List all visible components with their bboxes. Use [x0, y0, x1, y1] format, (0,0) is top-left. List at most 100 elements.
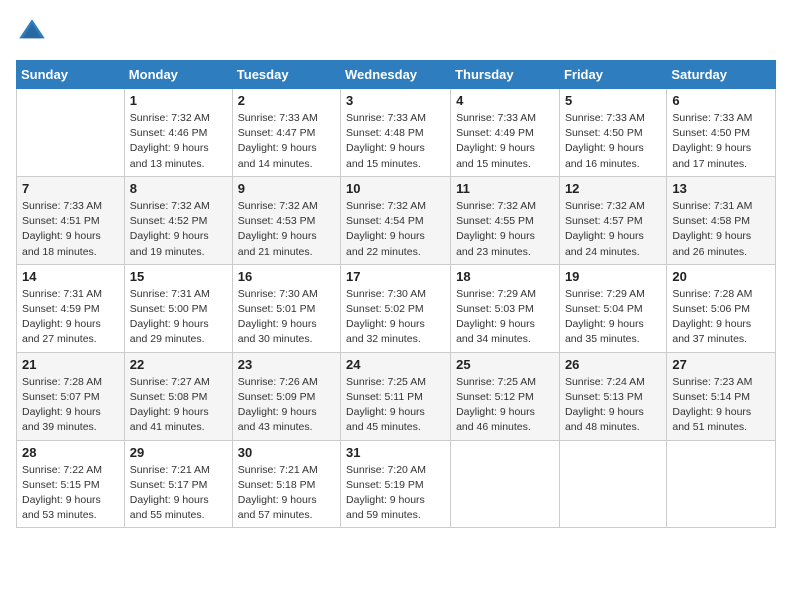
calendar-cell: 17 Sunrise: 7:30 AMSunset: 5:02 PMDayligh…	[341, 264, 451, 352]
day-info: Sunrise: 7:29 AMSunset: 5:04 PMDaylight:…	[565, 287, 661, 348]
calendar-cell: 5 Sunrise: 7:33 AMSunset: 4:50 PMDaylight…	[559, 89, 666, 177]
day-number: 10	[346, 181, 445, 196]
calendar-cell: 20Sunrise: 7:28 AMSunset: 5:06 PMDayligh…	[667, 264, 776, 352]
day-number: 24	[346, 357, 445, 372]
day-number: 8	[130, 181, 227, 196]
logo	[16, 16, 52, 48]
day-number: 21	[22, 357, 119, 372]
calendar-cell: 13Sunrise: 7:31 AMSunset: 4:58 PMDayligh…	[667, 176, 776, 264]
calendar-cell: 31 Sunrise: 7:20 AMSunset: 5:19 PMDayligh…	[341, 440, 451, 528]
calendar-cell: 22 Sunrise: 7:27 AMSunset: 5:08 PMDayligh…	[124, 352, 232, 440]
day-number: 5	[565, 93, 661, 108]
day-info: Sunrise: 7:30 AMSunset: 5:02 PMDaylight:…	[346, 287, 445, 348]
day-info: Sunrise: 7:25 AMSunset: 5:11 PMDaylight:…	[346, 375, 445, 436]
day-number: 19	[565, 269, 661, 284]
calendar-cell: 10 Sunrise: 7:32 AMSunset: 4:54 PMDayligh…	[341, 176, 451, 264]
calendar-cell: 12 Sunrise: 7:32 AMSunset: 4:57 PMDayligh…	[559, 176, 666, 264]
day-number: 30	[238, 445, 335, 460]
calendar-cell: 23 Sunrise: 7:26 AMSunset: 5:09 PMDayligh…	[232, 352, 340, 440]
day-number: 29	[130, 445, 227, 460]
weekday-header: Friday	[559, 61, 666, 89]
day-info: Sunrise: 7:32 AMSunset: 4:46 PMDaylight:…	[130, 111, 227, 172]
page-header	[16, 16, 776, 48]
weekday-header: Monday	[124, 61, 232, 89]
day-info: Sunrise: 7:29 AMSunset: 5:03 PMDaylight:…	[456, 287, 554, 348]
day-info: Sunrise: 7:33 AMSunset: 4:51 PMDaylight:…	[22, 199, 119, 260]
calendar-cell: 26 Sunrise: 7:24 AMSunset: 5:13 PMDayligh…	[559, 352, 666, 440]
day-info: Sunrise: 7:33 AMSunset: 4:47 PMDaylight:…	[238, 111, 335, 172]
calendar-cell	[451, 440, 560, 528]
day-number: 1	[130, 93, 227, 108]
weekday-header: Sunday	[17, 61, 125, 89]
day-number: 31	[346, 445, 445, 460]
day-number: 16	[238, 269, 335, 284]
day-info: Sunrise: 7:32 AMSunset: 4:54 PMDaylight:…	[346, 199, 445, 260]
calendar-cell: 15 Sunrise: 7:31 AMSunset: 5:00 PMDayligh…	[124, 264, 232, 352]
day-info: Sunrise: 7:26 AMSunset: 5:09 PMDaylight:…	[238, 375, 335, 436]
day-number: 23	[238, 357, 335, 372]
day-number: 11	[456, 181, 554, 196]
day-number: 6	[672, 93, 770, 108]
day-number: 28	[22, 445, 119, 460]
day-number: 27	[672, 357, 770, 372]
day-info: Sunrise: 7:31 AMSunset: 4:59 PMDaylight:…	[22, 287, 119, 348]
day-number: 18	[456, 269, 554, 284]
day-number: 9	[238, 181, 335, 196]
day-number: 26	[565, 357, 661, 372]
calendar-cell: 25 Sunrise: 7:25 AMSunset: 5:12 PMDayligh…	[451, 352, 560, 440]
day-info: Sunrise: 7:32 AMSunset: 4:55 PMDaylight:…	[456, 199, 554, 260]
weekday-header: Wednesday	[341, 61, 451, 89]
day-info: Sunrise: 7:31 AMSunset: 5:00 PMDaylight:…	[130, 287, 227, 348]
day-info: Sunrise: 7:33 AMSunset: 4:50 PMDaylight:…	[672, 111, 770, 172]
calendar-cell: 16 Sunrise: 7:30 AMSunset: 5:01 PMDayligh…	[232, 264, 340, 352]
calendar-cell	[17, 89, 125, 177]
day-info: Sunrise: 7:30 AMSunset: 5:01 PMDaylight:…	[238, 287, 335, 348]
day-number: 12	[565, 181, 661, 196]
calendar-cell: 30 Sunrise: 7:21 AMSunset: 5:18 PMDayligh…	[232, 440, 340, 528]
day-info: Sunrise: 7:22 AMSunset: 5:15 PMDaylight:…	[22, 463, 119, 524]
day-info: Sunrise: 7:28 AMSunset: 5:07 PMDaylight:…	[22, 375, 119, 436]
weekday-header: Saturday	[667, 61, 776, 89]
day-info: Sunrise: 7:27 AMSunset: 5:08 PMDaylight:…	[130, 375, 227, 436]
day-info: Sunrise: 7:20 AMSunset: 5:19 PMDaylight:…	[346, 463, 445, 524]
calendar-cell: 6 Sunrise: 7:33 AMSunset: 4:50 PMDaylight…	[667, 89, 776, 177]
day-number: 22	[130, 357, 227, 372]
calendar-cell: 29Sunrise: 7:21 AMSunset: 5:17 PMDayligh…	[124, 440, 232, 528]
day-info: Sunrise: 7:33 AMSunset: 4:49 PMDaylight:…	[456, 111, 554, 172]
day-number: 15	[130, 269, 227, 284]
logo-icon	[16, 16, 48, 48]
day-info: Sunrise: 7:21 AMSunset: 5:18 PMDaylight:…	[238, 463, 335, 524]
weekday-header: Thursday	[451, 61, 560, 89]
calendar-cell: 21 Sunrise: 7:28 AMSunset: 5:07 PMDayligh…	[17, 352, 125, 440]
day-info: Sunrise: 7:25 AMSunset: 5:12 PMDaylight:…	[456, 375, 554, 436]
calendar-cell: 19 Sunrise: 7:29 AMSunset: 5:04 PMDayligh…	[559, 264, 666, 352]
day-number: 25	[456, 357, 554, 372]
calendar-cell: 27 Sunrise: 7:23 AMSunset: 5:14 PMDayligh…	[667, 352, 776, 440]
calendar-cell: 14Sunrise: 7:31 AMSunset: 4:59 PMDayligh…	[17, 264, 125, 352]
day-number: 7	[22, 181, 119, 196]
day-number: 3	[346, 93, 445, 108]
calendar-cell: 8 Sunrise: 7:32 AMSunset: 4:52 PMDaylight…	[124, 176, 232, 264]
calendar-cell: 24 Sunrise: 7:25 AMSunset: 5:11 PMDayligh…	[341, 352, 451, 440]
day-number: 4	[456, 93, 554, 108]
day-info: Sunrise: 7:32 AMSunset: 4:53 PMDaylight:…	[238, 199, 335, 260]
calendar-cell: 4 Sunrise: 7:33 AMSunset: 4:49 PMDaylight…	[451, 89, 560, 177]
day-info: Sunrise: 7:31 AMSunset: 4:58 PMDaylight:…	[672, 199, 770, 260]
day-info: Sunrise: 7:32 AMSunset: 4:57 PMDaylight:…	[565, 199, 661, 260]
calendar-cell: 3 Sunrise: 7:33 AMSunset: 4:48 PMDaylight…	[341, 89, 451, 177]
day-info: Sunrise: 7:23 AMSunset: 5:14 PMDaylight:…	[672, 375, 770, 436]
calendar-cell: 9 Sunrise: 7:32 AMSunset: 4:53 PMDaylight…	[232, 176, 340, 264]
calendar-cell	[559, 440, 666, 528]
day-info: Sunrise: 7:28 AMSunset: 5:06 PMDaylight:…	[672, 287, 770, 348]
calendar-cell: 2Sunrise: 7:33 AMSunset: 4:47 PMDaylight…	[232, 89, 340, 177]
calendar-table: SundayMondayTuesdayWednesdayThursdayFrid…	[16, 60, 776, 528]
day-info: Sunrise: 7:33 AMSunset: 4:48 PMDaylight:…	[346, 111, 445, 172]
day-number: 17	[346, 269, 445, 284]
day-info: Sunrise: 7:32 AMSunset: 4:52 PMDaylight:…	[130, 199, 227, 260]
day-info: Sunrise: 7:24 AMSunset: 5:13 PMDaylight:…	[565, 375, 661, 436]
calendar-cell: 1 Sunrise: 7:32 AMSunset: 4:46 PMDaylight…	[124, 89, 232, 177]
calendar-cell: 7 Sunrise: 7:33 AMSunset: 4:51 PMDaylight…	[17, 176, 125, 264]
weekday-header: Tuesday	[232, 61, 340, 89]
calendar-cell: 28 Sunrise: 7:22 AMSunset: 5:15 PMDayligh…	[17, 440, 125, 528]
day-info: Sunrise: 7:33 AMSunset: 4:50 PMDaylight:…	[565, 111, 661, 172]
